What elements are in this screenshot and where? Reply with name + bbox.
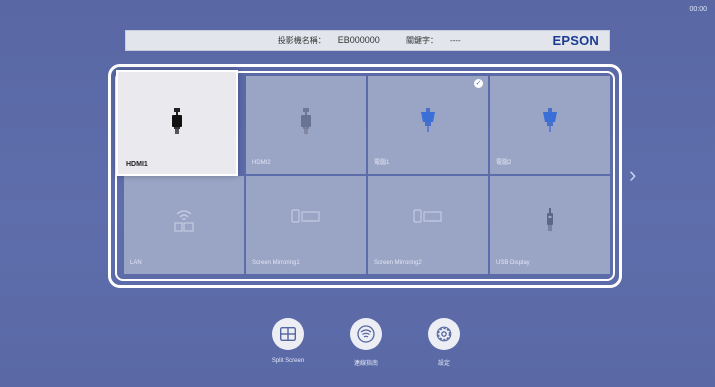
checkmark-icon: ✓ [474, 79, 483, 88]
source-tile-usb-display[interactable]: USB Display [490, 176, 610, 274]
keyword-value: ---- [450, 36, 461, 45]
next-page-arrow-icon[interactable]: › [629, 164, 636, 186]
screen-mirroring-icon [413, 209, 442, 223]
source-tile-screen-mirroring1[interactable]: Screen Mirroring1 [246, 176, 366, 274]
split-screen-label: Split Screen [271, 358, 305, 364]
projector-info-bar: 投影機名稱： EB000000 關鍵字： ---- EPSON [125, 30, 610, 51]
usb-plug-icon [547, 208, 553, 231]
split-screen-icon [280, 327, 296, 341]
source-label: HDMI2 [252, 160, 271, 166]
source-tile-computer2[interactable]: 電腦2 [490, 76, 610, 174]
connection-guide-button[interactable]: 連線指南 [331, 318, 401, 367]
projector-name-label: 投影機名稱： [277, 36, 326, 45]
settings-label: 設定 [437, 361, 450, 367]
gear-icon [436, 326, 452, 342]
source-label: Screen Mirroring2 [374, 260, 422, 266]
source-grid: HDMI1 HDMI2 ✓ 電腦1 電腦2 LAN Screen Mirrori… [116, 70, 610, 274]
connection-guide-label: 連線指南 [353, 361, 378, 367]
source-label: 電腦1 [374, 160, 390, 166]
source-label: Screen Mirroring1 [252, 260, 300, 266]
source-tile-hdmi1[interactable]: HDMI1 [116, 70, 238, 176]
hdmi-plug-icon [301, 108, 311, 134]
vga-plug-icon [543, 108, 557, 132]
projector-name: EB000000 [337, 35, 380, 45]
hdmi-plug-icon [172, 108, 182, 134]
vga-plug-icon [421, 108, 435, 132]
source-tile-screen-mirroring2[interactable]: Screen Mirroring2 [368, 176, 488, 274]
source-label: LAN [130, 260, 142, 266]
lan-wifi-icon [174, 210, 194, 232]
source-tile-hdmi2[interactable]: HDMI2 [246, 76, 366, 174]
source-label: USB Display [496, 260, 530, 266]
split-screen-button[interactable]: Split Screen [253, 318, 323, 364]
source-label: 電腦2 [496, 160, 512, 166]
source-tile-computer1[interactable]: ✓ 電腦1 [368, 76, 488, 174]
source-tile-lan[interactable]: LAN [124, 176, 244, 274]
clock: 00:00 [689, 6, 707, 13]
screen-mirroring-icon [291, 209, 320, 223]
source-label: HDMI1 [126, 161, 148, 168]
epson-logo: EPSON [552, 33, 599, 48]
keyword-label: 關鍵字： [406, 36, 439, 45]
projector-info: 投影機名稱： EB000000 關鍵字： ---- [126, 35, 552, 46]
settings-button[interactable]: 設定 [409, 318, 479, 367]
wifi-icon [357, 325, 375, 343]
